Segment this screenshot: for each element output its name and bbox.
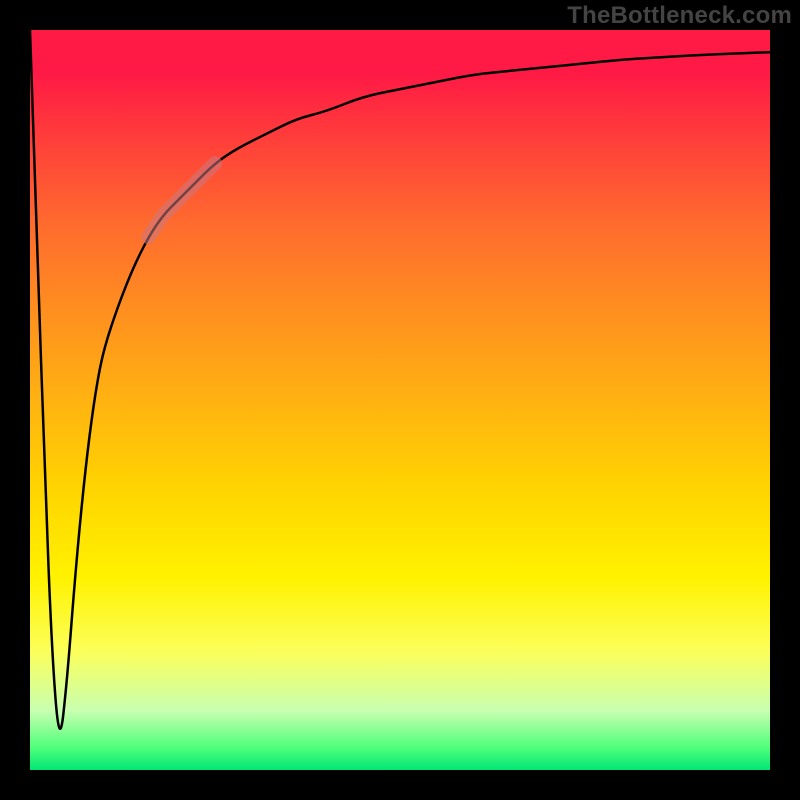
watermark-text: TheBottleneck.com: [567, 2, 792, 30]
chart-frame: TheBottleneck.com: [0, 0, 800, 800]
curve-highlight-segment: [148, 163, 215, 237]
performance-curve: [30, 30, 770, 729]
plot-svg: [30, 30, 770, 770]
plot-area: [30, 30, 770, 770]
